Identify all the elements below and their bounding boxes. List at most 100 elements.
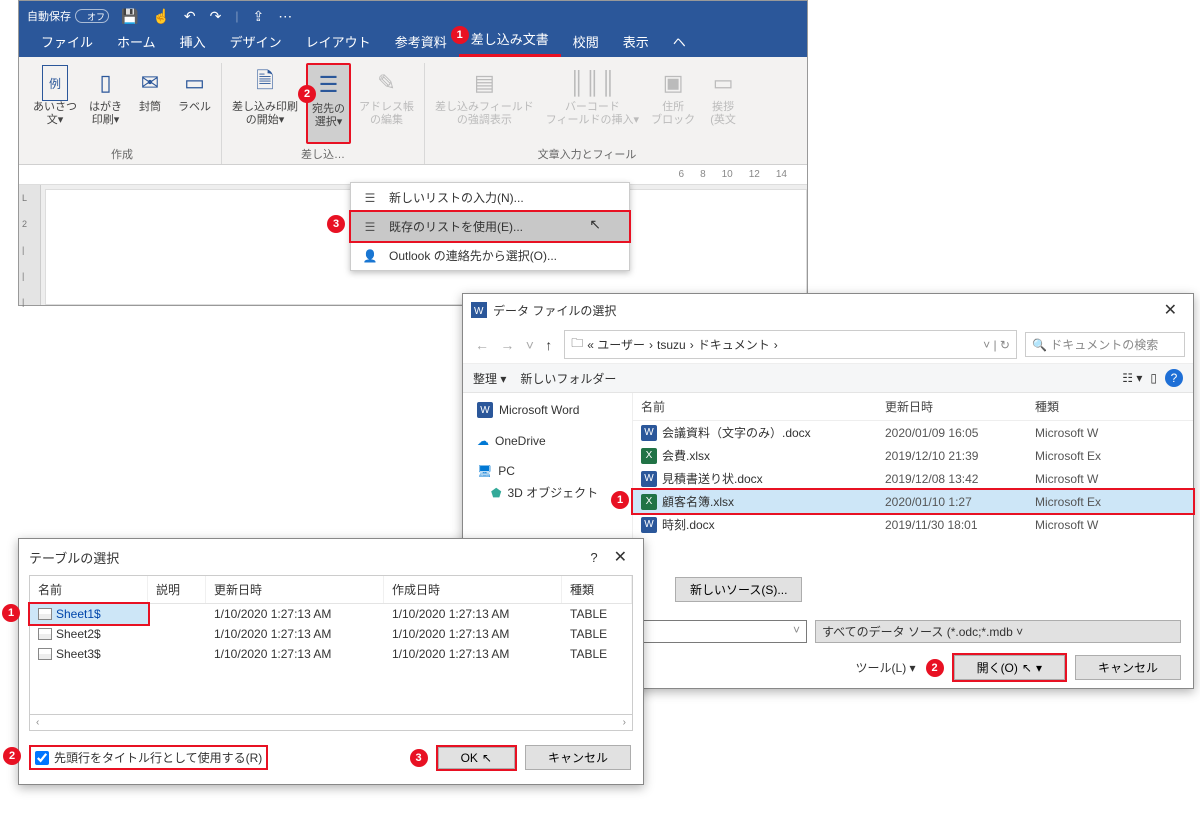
addressbook-icon: ✎ — [377, 65, 395, 101]
highlight-icon: ▤ — [474, 65, 495, 101]
word-icon: W — [471, 302, 487, 318]
tab-help[interactable]: ヘ — [661, 27, 698, 57]
ribbon-tabs: ファイル ホーム 挿入 デザイン レイアウト 参考資料 1 差し込み文書 校閲 … — [19, 31, 807, 57]
edit-recipients-button: ✎アドレス帳 の編集 — [355, 63, 418, 144]
touch-mode-icon[interactable]: ☝ — [152, 8, 169, 25]
tree-3d-objects[interactable]: ⬟3D オブジェクト — [467, 481, 628, 504]
tab-references[interactable]: 参考資料 — [383, 27, 459, 57]
path-breadcrumb[interactable]: 🗀 « ユーザー › tsuzu › ドキュメント › ˅ | ↻ — [564, 330, 1017, 359]
file-row[interactable]: X会費.xlsx 2019/12/10 21:39Microsoft Ex — [633, 444, 1193, 467]
help-icon[interactable]: ? — [1165, 369, 1183, 387]
tools-menu[interactable]: ツール(L) ▾ — [856, 659, 916, 676]
dialog-navigation: ← → ˅ ↑ 🗀 « ユーザー › tsuzu › ドキュメント › ˅ | … — [463, 326, 1193, 364]
undo-icon[interactable]: ↶ — [184, 8, 196, 25]
barcode-icon: ║║║ — [569, 65, 616, 101]
nav-back-icon[interactable]: ← — [471, 337, 493, 353]
file-row-selected[interactable]: 1 X顧客名簿.xlsx 2020/01/10 1:27Microsoft Ex — [633, 490, 1193, 513]
select-recipients-button[interactable]: 2 ☰宛先の 選択▾ — [306, 63, 351, 144]
save-icon[interactable]: 💾 — [121, 8, 138, 25]
cursor-icon: ↖ — [589, 216, 601, 233]
sheet-icon — [38, 648, 52, 660]
table-row[interactable]: Sheet3$ 1/10/2020 1:27:13 AM1/10/2020 1:… — [30, 644, 632, 664]
sheet-icon — [38, 608, 52, 620]
more-icon[interactable]: ⋯ — [278, 8, 292, 25]
file-icon: W — [641, 425, 657, 441]
ribbon-group-start-merge: 🗎差し込み印刷 の開始▾ 2 ☰宛先の 選択▾ ✎アドレス帳 の編集 差し込… — [222, 63, 425, 164]
dialog-titlebar: W データ ファイルの選択 ✕ — [463, 294, 1193, 326]
address-block-button: ▣住所 ブロック — [647, 63, 699, 144]
tab-home[interactable]: ホーム — [105, 27, 168, 57]
new-source-button[interactable]: 新しいソース(S)... — [675, 577, 802, 602]
file-icon: X — [641, 448, 657, 464]
close-button[interactable]: ✕ — [608, 547, 633, 567]
recipients-icon: ☰ — [319, 67, 339, 103]
checkbox-input[interactable] — [35, 751, 49, 765]
nav-recent-icon[interactable]: ˅ — [522, 337, 538, 353]
menu-new-list[interactable]: ☰ 新しいリストの入力(N)... — [351, 183, 629, 212]
onedrive-icon: ☁ — [477, 434, 489, 448]
menu-outlook-contacts[interactable]: 👤 Outlook の連絡先から選択(O)... — [351, 241, 629, 270]
file-row[interactable]: W会議資料（文字のみ）.docx 2020/01/09 16:05Microso… — [633, 421, 1193, 444]
menu-use-existing[interactable]: 3 ☰ 既存のリストを使用(E)... ↖ — [349, 210, 631, 243]
tab-view[interactable]: 表示 — [611, 27, 661, 57]
cancel-button[interactable]: キャンセル — [525, 745, 631, 770]
tree-word[interactable]: WMicrosoft Word — [467, 399, 628, 421]
share-icon[interactable]: ⇪ — [252, 8, 264, 25]
help-button[interactable]: ? — [580, 550, 607, 565]
tab-layout[interactable]: レイアウト — [294, 27, 383, 57]
search-input[interactable]: 🔍 ドキュメントの検索 — [1025, 332, 1185, 357]
table-row-selected[interactable]: 1 Sheet1$ 1/10/2020 1:27:13 AM1/10/2020 … — [30, 604, 632, 624]
file-row[interactable]: W時刻.docx 2019/11/30 18:01Microsoft W — [633, 513, 1193, 536]
file-row[interactable]: W見積書送り状.docx 2019/12/08 13:42Microsoft W — [633, 467, 1193, 490]
quick-access-toolbar: 💾 ☝ ↶ ↷ | ⇪ ⋯ — [121, 8, 292, 25]
filetype-select[interactable]: すべてのデータ ソース (*.odc;*.mdb ˅ — [815, 620, 1181, 643]
open-button[interactable]: 開く(O) ↖ ▾ — [954, 655, 1065, 680]
start-merge-button[interactable]: 🗎差し込み印刷 の開始▾ — [228, 63, 302, 144]
table-selection-dialog: テーブルの選択 ? ✕ 名前 説明 更新日時 作成日時 種類 1 Sheet1$… — [18, 538, 644, 785]
word-app-icon: W — [477, 402, 493, 418]
envelope-button[interactable]: ✉封筒 — [130, 63, 170, 144]
table-grid: 名前 説明 更新日時 作成日時 種類 1 Sheet1$ 1/10/2020 1… — [29, 575, 633, 715]
table-header[interactable]: 名前 説明 更新日時 作成日時 種類 — [30, 576, 632, 604]
preview-pane-icon[interactable]: ▯ — [1150, 371, 1157, 385]
ok-button[interactable]: OK ↖ — [438, 747, 515, 769]
highlight-fields-button: ▤差し込みフィールド の強調表示 — [431, 63, 538, 144]
document-icon: 🗎 — [256, 65, 274, 101]
nav-forward-icon: → — [496, 337, 518, 353]
autosave-toggle[interactable]: 自動保存 オフ — [27, 8, 109, 24]
cancel-button[interactable]: キャンセル — [1075, 655, 1181, 680]
first-row-header-checkbox[interactable]: 先頭行をタイトル行として使用する(R) — [31, 747, 266, 768]
view-options-icon[interactable]: ☷ ▾ — [1122, 371, 1142, 385]
new-folder-button[interactable]: 新しいフォルダー — [520, 370, 616, 387]
tab-design[interactable]: デザイン — [218, 27, 294, 57]
tab-review[interactable]: 校閲 — [561, 27, 611, 57]
tree-onedrive[interactable]: ☁OneDrive — [467, 431, 628, 451]
greeting-line-button: ▭挨拶 (英文 — [703, 63, 743, 144]
barcode-field-button: ║║║バーコード フィールドの挿入▾ — [542, 63, 643, 144]
envelope-icon: ✉ — [141, 65, 159, 101]
ribbon: 例あいさつ 文▾ ▯はがき 印刷▾ ✉封筒 ▭ラベル 作成 🗎差し込み印刷 の開… — [19, 57, 807, 165]
svg-text:W: W — [474, 306, 484, 317]
tab-file[interactable]: ファイル — [29, 27, 105, 57]
pc-icon: 🖥 — [477, 464, 492, 478]
address-block-icon: ▣ — [663, 65, 684, 101]
tree-pc[interactable]: 🖥PC — [467, 461, 628, 481]
horizontal-scrollbar[interactable]: ‹› — [29, 715, 633, 731]
postcard-button[interactable]: ▯はがき 印刷▾ — [85, 63, 126, 144]
callout-badge-1-file: 1 — [611, 491, 629, 509]
greeting-button[interactable]: 例あいさつ 文▾ — [29, 63, 81, 144]
redo-icon[interactable]: ↷ — [210, 8, 222, 25]
close-button[interactable]: ✕ — [1156, 300, 1185, 320]
table-row[interactable]: Sheet2$ 1/10/2020 1:27:13 AM1/10/2020 1:… — [30, 624, 632, 644]
nav-up-icon[interactable]: ↑ — [541, 337, 556, 353]
callout-badge-2: 2 — [298, 85, 316, 103]
tab-insert[interactable]: 挿入 — [168, 27, 218, 57]
label-icon: ▭ — [184, 65, 205, 101]
tab-mailings[interactable]: 1 差し込み文書 — [459, 24, 561, 57]
file-list-header[interactable]: 名前 更新日時 種類 — [633, 393, 1193, 421]
file-list: 名前 更新日時 種類 W会議資料（文字のみ）.docx 2020/01/09 1… — [633, 393, 1193, 569]
label-button[interactable]: ▭ラベル — [174, 63, 215, 144]
dialog-toolbar: 整理 ▾ 新しいフォルダー ☷ ▾ ▯ ? — [463, 364, 1193, 393]
search-icon: 🔍 — [1032, 338, 1050, 352]
organize-menu[interactable]: 整理 ▾ — [473, 370, 506, 387]
